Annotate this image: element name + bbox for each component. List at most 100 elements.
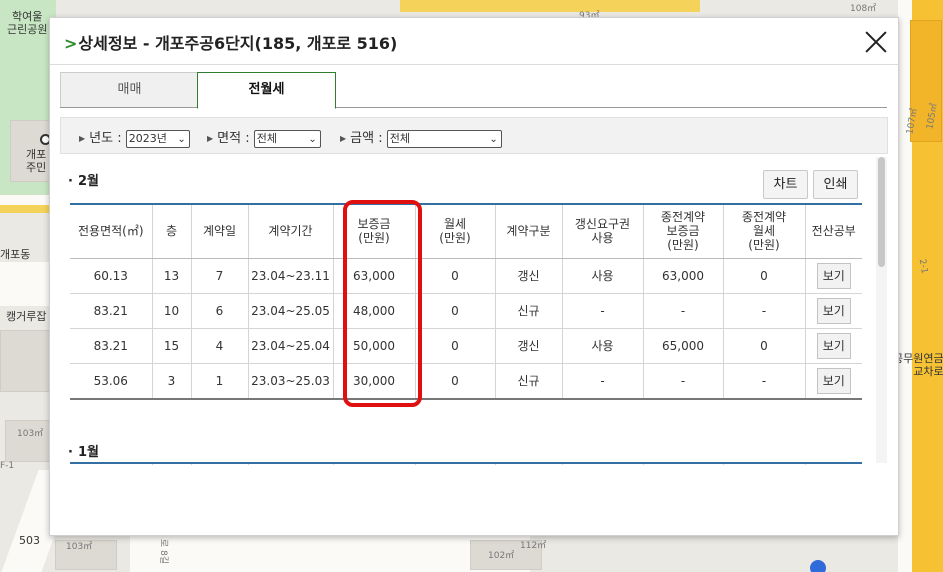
tab-rent[interactable]: 전월세 <box>197 72 336 109</box>
column-header: 전용면적(㎡) <box>70 204 153 259</box>
column-header: 월세 (만원) <box>414 463 496 465</box>
map-label-park: 학여울 근린공원 <box>7 10 48 36</box>
table-cell: 보기 <box>804 362 862 400</box>
results-scroll-area[interactable]: · 2월 차트 인쇄 전용면적(㎡) 층 계약일 계약기간 보증금 (만원) 월세… <box>60 155 875 465</box>
column-header: 전산공부 <box>804 204 862 259</box>
bus-stop-icon[interactable] <box>810 560 826 572</box>
chart-button[interactable]: 차트 <box>763 170 808 199</box>
table-cell: 13 <box>151 257 192 294</box>
column-header: 전용면적(㎡) <box>70 463 153 465</box>
table-cell: 신규 <box>494 292 563 329</box>
amount-filter-label: 금액 : <box>350 131 383 146</box>
view-button[interactable]: 보기 <box>816 297 851 324</box>
area-filter-label: 면적 : <box>217 131 250 146</box>
table-cell: 23.04~25.05 <box>247 292 334 329</box>
table-cell: 보기 <box>804 292 862 329</box>
scrollbar-thumb[interactable] <box>878 157 885 267</box>
table-cell: 0 <box>414 327 496 364</box>
map-road <box>0 205 56 213</box>
map-label-intersection: 공무원연금 교차로 <box>893 352 943 378</box>
area-select[interactable]: 전체 ⌄ <box>253 129 321 148</box>
triangle-right-icon: ▶ <box>79 134 86 143</box>
table-cell: 0 <box>414 257 496 294</box>
table-row: 60.13 13 7 23.04~23.11 63,000 0 갱신 사용 63… <box>70 257 862 294</box>
column-header: 종전계약 보증금 (만원) <box>642 204 724 259</box>
year-select[interactable]: 2023년 ⌄ <box>125 129 190 148</box>
chevron-right-icon: > <box>64 34 78 53</box>
table-cell: 보기 <box>804 257 862 294</box>
view-button[interactable]: 보기 <box>816 332 851 359</box>
table-cell: 사용 <box>561 327 644 364</box>
table-cell: 7 <box>190 257 249 294</box>
amount-select[interactable]: 전체 ⌄ <box>386 129 502 148</box>
map-label-size: 103㎡ <box>66 542 93 552</box>
column-header: 보증금 (만원) <box>332 463 416 465</box>
table-cell: 0 <box>722 327 806 364</box>
dialog-title: >상세정보 - 개포주공6단지(185, 개포로 516) <box>64 30 397 54</box>
area-select-value: 전체 <box>256 131 277 145</box>
view-button[interactable]: 보기 <box>816 367 851 394</box>
table-cell: 65,000 <box>642 327 724 364</box>
map-road <box>400 0 700 12</box>
dialog-header: >상세정보 - 개포주공6단지(185, 개포로 516) <box>50 18 898 65</box>
column-header: 계약구분 <box>494 204 563 259</box>
map-building <box>5 420 50 462</box>
view-button[interactable]: 보기 <box>816 262 851 289</box>
chevron-down-icon: ⌄ <box>308 133 317 145</box>
table-cell: 6 <box>190 292 249 329</box>
vertical-scrollbar[interactable] <box>876 157 887 463</box>
column-header: 종전계약 월세 (만원) <box>722 204 806 259</box>
table-cell: 1 <box>190 362 249 400</box>
year-filter: ▶ 년도 : 2023년 ⌄ <box>79 127 190 148</box>
tab-sale[interactable]: 매매 <box>60 72 199 107</box>
detail-dialog: >상세정보 - 개포주공6단지(185, 개포로 516) 매매 전월세 ▶ 년도… <box>49 17 899 536</box>
table-cell: 23.04~23.11 <box>247 257 334 294</box>
deal-table: 전용면적(㎡) 층 계약일 계약기간 보증금 (만원) 월세 (만원) 계약구분… <box>70 462 862 465</box>
table-cell: 60.13 <box>70 257 153 294</box>
map-label-area: 개포동 <box>0 248 31 261</box>
table-cell: - <box>561 292 644 329</box>
tab-bar: 매매 전월세 <box>60 72 887 109</box>
map-label-size: 102㎡ <box>488 551 515 561</box>
deposit-column-highlight <box>343 200 422 407</box>
table-cell: 23.03~25.03 <box>247 362 334 400</box>
table-cell: 83.21 <box>70 292 153 329</box>
map-road <box>0 262 56 306</box>
print-button[interactable]: 인쇄 <box>813 170 858 199</box>
table-cell: - <box>561 362 644 400</box>
column-header: 계약일 <box>190 204 249 259</box>
column-header: 갱신요구권 사용 <box>561 204 644 259</box>
table-cell: - <box>722 292 806 329</box>
table-cell: 갱신 <box>494 327 563 364</box>
table-cell: 53.06 <box>70 362 153 400</box>
month-heading: · 1월 <box>68 445 99 460</box>
column-header: 월세 (만원) <box>414 204 496 259</box>
chevron-down-icon: ⌄ <box>177 133 186 145</box>
map-label-size: 108㎡ <box>850 4 877 14</box>
table-cell: 0 <box>722 257 806 294</box>
column-header: 종전계약 월세 (만원) <box>722 463 806 465</box>
table-row: 83.21 10 6 23.04~25.05 48,000 0 신규 - - -… <box>70 292 862 329</box>
table-row: 83.21 15 4 23.04~25.04 50,000 0 갱신 사용 65… <box>70 327 862 364</box>
close-button[interactable] <box>864 30 888 54</box>
amount-select-value: 전체 <box>389 131 410 145</box>
year-filter-label: 년도 : <box>89 131 122 146</box>
month-heading: · 2월 <box>68 174 99 189</box>
table-cell: 갱신 <box>494 257 563 294</box>
table-cell: - <box>722 362 806 400</box>
map-label-size: 112㎡ <box>520 541 547 551</box>
table-cell: 83.21 <box>70 327 153 364</box>
column-header: 층 <box>151 463 192 465</box>
table-cell: 23.04~25.04 <box>247 327 334 364</box>
filter-bar: ▶ 년도 : 2023년 ⌄ ▶ 면적 : 전체 ⌄ ▶ 금액 : 전체 ⌄ <box>60 117 888 154</box>
column-header: 층 <box>151 204 192 259</box>
column-header: 계약기간 <box>247 463 334 465</box>
map-building <box>0 330 50 392</box>
amount-filter: ▶ 금액 : 전체 ⌄ <box>340 127 502 148</box>
column-header: 계약구분 <box>494 463 563 465</box>
table-cell: 0 <box>414 292 496 329</box>
table-cell: 15 <box>151 327 192 364</box>
map-label-size: 103㎡ <box>17 429 44 439</box>
area-filter: ▶ 면적 : 전체 ⌄ <box>207 127 321 148</box>
table-cell: 0 <box>414 362 496 400</box>
